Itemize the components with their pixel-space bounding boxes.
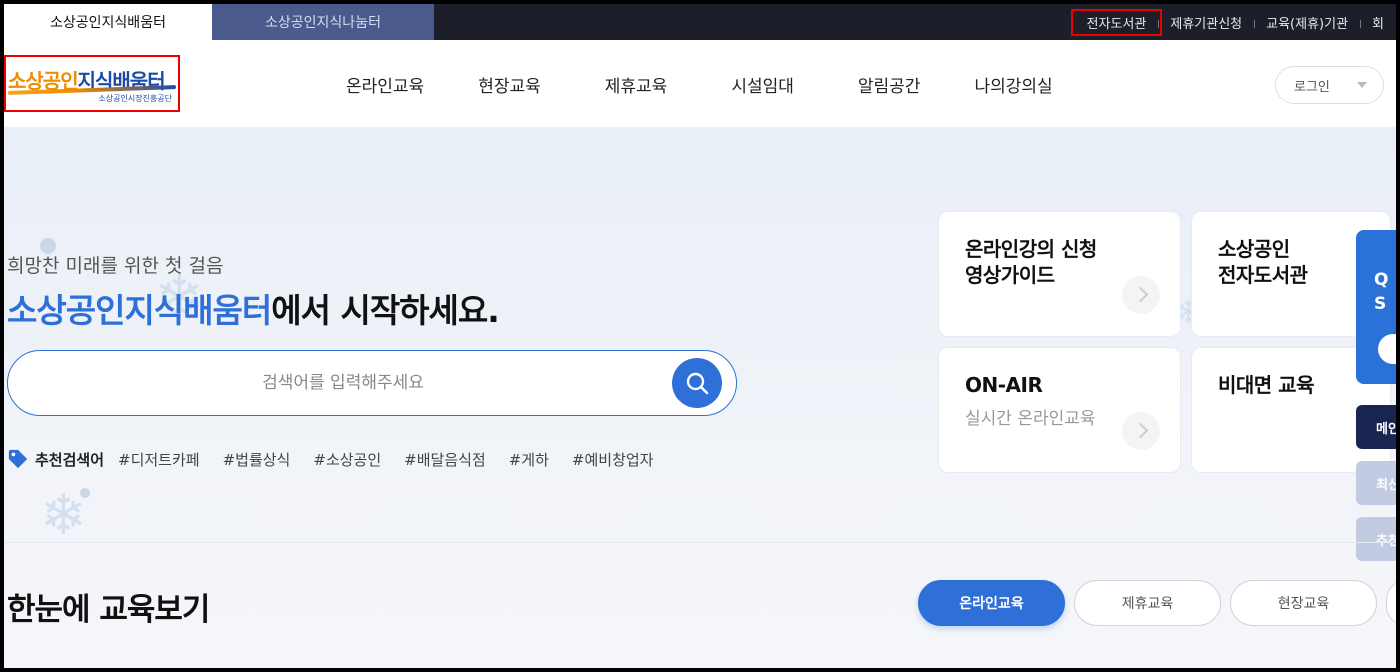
util-link-cutoff[interactable]: 회: [1360, 13, 1396, 32]
side-button-recommended[interactable]: 추천: [1356, 517, 1396, 561]
logo-subtext: 소상공인시장진흥공단: [98, 94, 172, 103]
quick-menu-panel[interactable]: Q S: [1356, 230, 1396, 384]
keyword-link[interactable]: #법률상식: [223, 449, 291, 470]
snowflake-icon: ❄: [40, 483, 87, 548]
site-tab-sharing[interactable]: 소상공인지식나눔터: [212, 4, 434, 40]
section-title: 한눈에 교육보기: [7, 592, 210, 628]
search-input[interactable]: [38, 351, 648, 414]
keyword-link[interactable]: #소상공인: [313, 449, 381, 470]
search-button[interactable]: [672, 358, 722, 408]
filter-onsite-edu[interactable]: 현장교육: [1230, 580, 1377, 626]
side-button-main[interactable]: 메인: [1356, 405, 1396, 449]
tag-icon: [8, 449, 28, 469]
recommended-label: 추천검색어: [35, 450, 105, 469]
nav-my-classroom[interactable]: 나의강의실: [974, 72, 1052, 97]
side-button-latest[interactable]: 최신: [1356, 461, 1396, 505]
util-link-e-library[interactable]: 전자도서관: [1070, 8, 1163, 36]
decor-dot: [80, 488, 90, 498]
card-online-guide[interactable]: 온라인강의 신청 영상가이드: [938, 211, 1181, 337]
chevron-right-icon: [1122, 276, 1160, 314]
site-logo[interactable]: 소상공인지식배움터 소상공인시장진흥공단: [4, 55, 180, 112]
quick-menu-circle-icon: [1378, 334, 1396, 364]
login-label: 로그인: [1294, 79, 1330, 95]
hero-subtitle: 희망찬 미래를 위한 첫 걸음: [7, 255, 224, 277]
keyword-link[interactable]: #예비창업자: [572, 449, 654, 470]
chevron-right-icon: [1122, 412, 1160, 450]
util-link-edu-partners[interactable]: 교육(제휴)기관: [1254, 13, 1360, 32]
quick-menu-label: Q S: [1374, 270, 1389, 314]
top-bar: 소상공인지식배움터 소상공인지식나눔터 전자도서관 제휴기관신청 교육(제휴)기…: [4, 4, 1396, 40]
chevron-down-icon: [1357, 82, 1367, 88]
search-icon: [686, 372, 709, 395]
hero-headline: 소상공인지식배움터에서 시작하세요.: [7, 291, 500, 330]
card-subtitle: 실시간 온라인교육: [965, 409, 1096, 429]
main-nav: 온라인교육 현장교육 제휴교육 시설임대 알림공간 나의강의실: [346, 40, 1053, 128]
browser-viewport: 소상공인지식배움터 소상공인지식나눔터 전자도서관 제휴기관신청 교육(제휴)기…: [4, 4, 1396, 668]
keyword-link[interactable]: #디저트카페: [118, 449, 200, 470]
util-link-partner-apply[interactable]: 제휴기관신청: [1158, 13, 1254, 32]
nav-notices[interactable]: 알림공간: [858, 72, 921, 97]
utility-links: 전자도서관 제휴기관신청 교육(제휴)기관 회: [1070, 4, 1396, 40]
site-tab-learning[interactable]: 소상공인지식배움터: [4, 4, 212, 40]
section-divider: [4, 542, 1396, 543]
keyword-link[interactable]: #게하: [509, 449, 549, 470]
keyword-link[interactable]: #배달음식점: [404, 449, 486, 470]
filter-more[interactable]: [1386, 580, 1396, 626]
hero-section: ❄ ❄ ❄ 희망찬 미래를 위한 첫 걸음 소상공인지식배움터에서 시작하세요.…: [4, 128, 1396, 668]
nav-online-edu[interactable]: 온라인교육: [346, 72, 424, 97]
login-dropdown[interactable]: 로그인: [1275, 66, 1384, 104]
card-title: ON-AIR: [965, 373, 1043, 397]
nav-onsite-edu[interactable]: 현장교육: [478, 72, 541, 97]
card-on-air[interactable]: ON-AIR 실시간 온라인교육: [938, 347, 1181, 473]
filter-online-edu[interactable]: 온라인교육: [918, 580, 1065, 626]
recommended-keywords: 추천검색어 #디저트카페 #법률상식 #소상공인 #배달음식점 #게하 #예비창…: [7, 445, 676, 473]
card-title: 온라인강의 신청 영상가이드: [965, 237, 1097, 287]
search-bar: [7, 350, 737, 416]
nav-partner-edu[interactable]: 제휴교육: [605, 72, 668, 97]
card-title: 비대면 교육: [1218, 373, 1314, 397]
filter-partner-edu[interactable]: 제휴교육: [1074, 580, 1221, 626]
card-title: 소상공인 전자도서관: [1218, 237, 1308, 287]
nav-facility-rental[interactable]: 시설임대: [731, 72, 794, 97]
site-header: 소상공인지식배움터 소상공인시장진흥공단 온라인교육 현장교육 제휴교육 시설임…: [4, 40, 1396, 128]
edu-filter-tabs: 온라인교육 제휴교육 현장교육: [918, 580, 1396, 626]
